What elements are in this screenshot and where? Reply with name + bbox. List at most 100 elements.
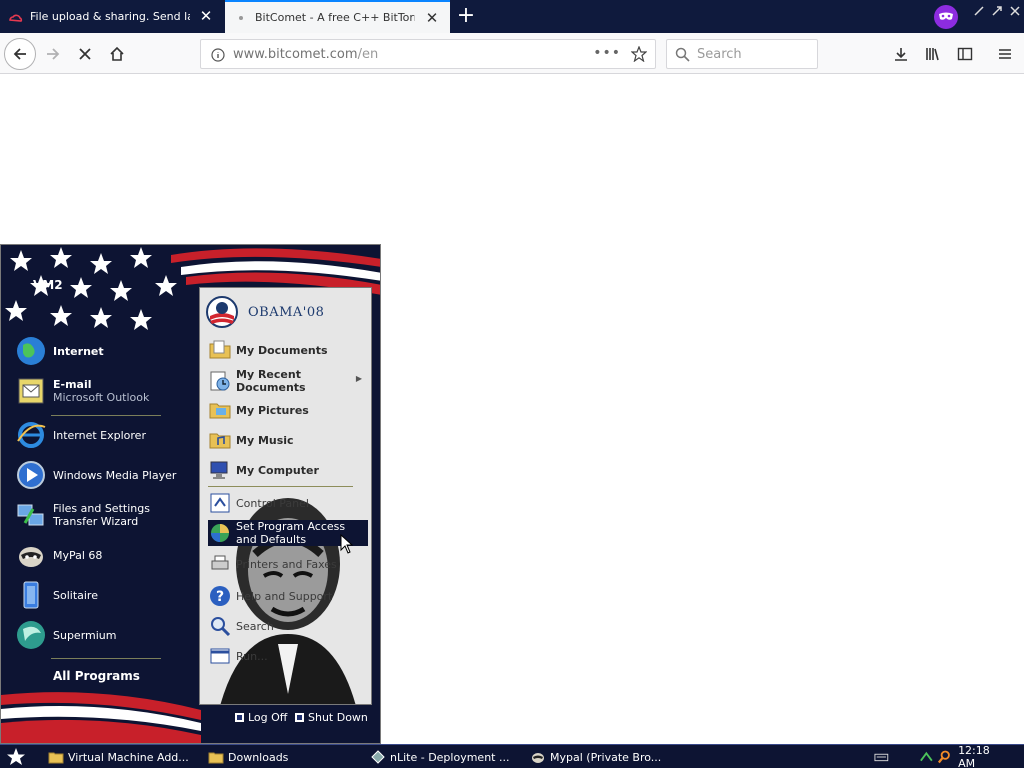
menu-item-search[interactable]: Search bbox=[208, 614, 368, 638]
sidebar-button[interactable] bbox=[950, 39, 980, 69]
close-tab-icon[interactable]: ✕ bbox=[198, 8, 214, 24]
pinned-email[interactable]: E-mail Microsoft Outlook bbox=[15, 373, 195, 409]
sidebar-icon bbox=[957, 47, 973, 61]
recent-media-player[interactable]: Windows Media Player bbox=[15, 457, 195, 493]
minimize-icon[interactable] bbox=[972, 4, 986, 18]
close-window-icon[interactable] bbox=[1008, 4, 1022, 18]
system-tray: 12:18 AM bbox=[874, 744, 1024, 770]
ie-icon bbox=[17, 422, 46, 448]
menu-item-label: My Music bbox=[236, 433, 294, 447]
task-downloads[interactable]: Downloads bbox=[208, 747, 358, 767]
menu-item-label: Run... bbox=[236, 649, 268, 663]
menu-item-label: Printers and Faxes bbox=[236, 557, 337, 571]
arrow-left-icon bbox=[13, 48, 26, 60]
tab-label: BitComet - A free C++ BitTorrent bbox=[255, 11, 415, 24]
library-button[interactable] bbox=[918, 39, 948, 69]
shut-down-button[interactable]: Shut Down bbox=[295, 711, 368, 724]
menu-item-control-panel[interactable]: Control Panel bbox=[208, 491, 368, 515]
shut-down-label: Shut Down bbox=[308, 711, 368, 724]
task-nlite[interactable]: nLite - Deployment ... bbox=[370, 747, 520, 767]
menu-item-printers[interactable]: Printers and Faxes bbox=[208, 552, 368, 576]
network-icon[interactable] bbox=[919, 749, 934, 765]
tab-bitcomet[interactable]: BitComet - A free C++ BitTorrent ✕ bbox=[225, 0, 450, 33]
tab-file-upload[interactable]: File upload & sharing. Send large p ✕ bbox=[0, 0, 224, 33]
menu-button[interactable] bbox=[990, 39, 1020, 69]
log-off-button[interactable]: Log Off bbox=[235, 711, 287, 724]
clock[interactable]: 12:18 AM bbox=[958, 744, 1006, 770]
recent-supermium[interactable]: Supermium bbox=[15, 617, 195, 653]
submenu-arrow-icon: ▶ bbox=[355, 374, 362, 383]
folder-icon bbox=[208, 752, 224, 764]
forward-button[interactable] bbox=[38, 39, 68, 69]
start-button[interactable] bbox=[6, 747, 26, 767]
folder-icon bbox=[48, 752, 64, 764]
menu-item-run[interactable]: Run... bbox=[208, 644, 368, 668]
recent-label: Supermium bbox=[53, 628, 117, 642]
globe-icon bbox=[17, 337, 45, 365]
run-icon bbox=[210, 648, 230, 664]
page-actions-icon[interactable]: ••• bbox=[593, 45, 621, 61]
start-menu-right-pane: OBAMA'08 My Documents My Recent Document… bbox=[199, 287, 372, 705]
separator bbox=[51, 415, 161, 416]
url-bar[interactable]: www.bitcomet.com/en ••• bbox=[200, 39, 656, 69]
keyboard-icon[interactable] bbox=[874, 749, 889, 765]
documents-folder-icon bbox=[209, 340, 231, 359]
tab-strip: File upload & sharing. Send large p ✕ Bi… bbox=[0, 0, 1024, 33]
user-name: VM2 bbox=[33, 278, 63, 292]
pictures-folder-icon bbox=[209, 403, 231, 419]
recent-label: Windows Media Player bbox=[53, 468, 177, 482]
printer-icon bbox=[211, 555, 229, 570]
task-label: Downloads bbox=[228, 750, 289, 764]
supermium-icon bbox=[17, 621, 45, 649]
log-off-icon bbox=[235, 713, 244, 722]
bookmark-star-icon[interactable] bbox=[631, 46, 647, 62]
menu-item-my-documents[interactable]: My Documents bbox=[208, 338, 368, 362]
menu-item-help[interactable]: ? Help and Support bbox=[208, 584, 368, 608]
tab-label: File upload & sharing. Send large p bbox=[30, 10, 190, 23]
task-label: Virtual Machine Add... bbox=[68, 750, 188, 764]
search-tray-icon[interactable] bbox=[937, 749, 952, 765]
all-programs-button[interactable]: All Programs bbox=[53, 669, 140, 683]
transfer-wizard-icon bbox=[17, 504, 44, 526]
downloads-button[interactable] bbox=[886, 39, 916, 69]
taskbar: Virtual Machine Add... Downloads nLite -… bbox=[0, 744, 1024, 770]
log-off-label: Log Off bbox=[248, 711, 288, 724]
nlite-icon bbox=[371, 750, 385, 764]
info-icon[interactable] bbox=[211, 48, 225, 62]
pinned-sub: Microsoft Outlook bbox=[53, 391, 150, 404]
stars-art bbox=[5, 247, 177, 330]
shut-down-icon bbox=[295, 713, 304, 722]
pinned-title: Internet bbox=[53, 344, 104, 358]
menu-item-my-pictures[interactable]: My Pictures bbox=[208, 398, 368, 422]
recent-label: Solitaire bbox=[53, 588, 98, 602]
home-button[interactable] bbox=[102, 39, 132, 69]
hamburger-icon bbox=[999, 49, 1011, 59]
new-tab-button[interactable]: + bbox=[455, 5, 477, 27]
menu-item-label: My Documents bbox=[236, 343, 328, 357]
raccoon-icon bbox=[532, 753, 544, 763]
svg-text:?: ? bbox=[216, 589, 224, 605]
close-tab-icon[interactable]: ✕ bbox=[424, 10, 440, 26]
pinned-internet[interactable]: Internet bbox=[15, 333, 195, 369]
back-button[interactable] bbox=[4, 38, 36, 70]
private-mask-icon[interactable] bbox=[934, 5, 958, 29]
program-access-icon bbox=[211, 524, 229, 542]
search-input[interactable]: Search bbox=[666, 39, 818, 69]
recent-internet-explorer[interactable]: Internet Explorer bbox=[15, 417, 195, 453]
menu-item-label: My Computer bbox=[236, 463, 319, 477]
menu-item-my-music[interactable]: My Music bbox=[208, 428, 368, 452]
task-mypal[interactable]: Mypal (Private Bro... bbox=[530, 747, 680, 767]
download-icon bbox=[895, 48, 907, 61]
task-virtual-machine[interactable]: Virtual Machine Add... bbox=[48, 747, 188, 767]
recent-mypal[interactable]: MyPal 68 bbox=[15, 537, 195, 573]
stop-button[interactable] bbox=[70, 39, 100, 69]
recent-solitaire[interactable]: Solitaire bbox=[15, 577, 195, 613]
menu-item-recent-documents[interactable]: My Recent Documents ▶ bbox=[208, 366, 368, 396]
music-folder-icon bbox=[209, 433, 231, 449]
restore-icon[interactable] bbox=[990, 4, 1004, 18]
menu-item-label: My Pictures bbox=[236, 403, 309, 417]
recent-transfer-wizard[interactable]: Files and Settings Transfer Wizard bbox=[15, 497, 195, 533]
menu-item-my-computer[interactable]: My Computer bbox=[208, 458, 368, 482]
nav-toolbar: www.bitcomet.com/en ••• Search bbox=[0, 33, 1024, 74]
solitaire-icon bbox=[23, 581, 39, 609]
